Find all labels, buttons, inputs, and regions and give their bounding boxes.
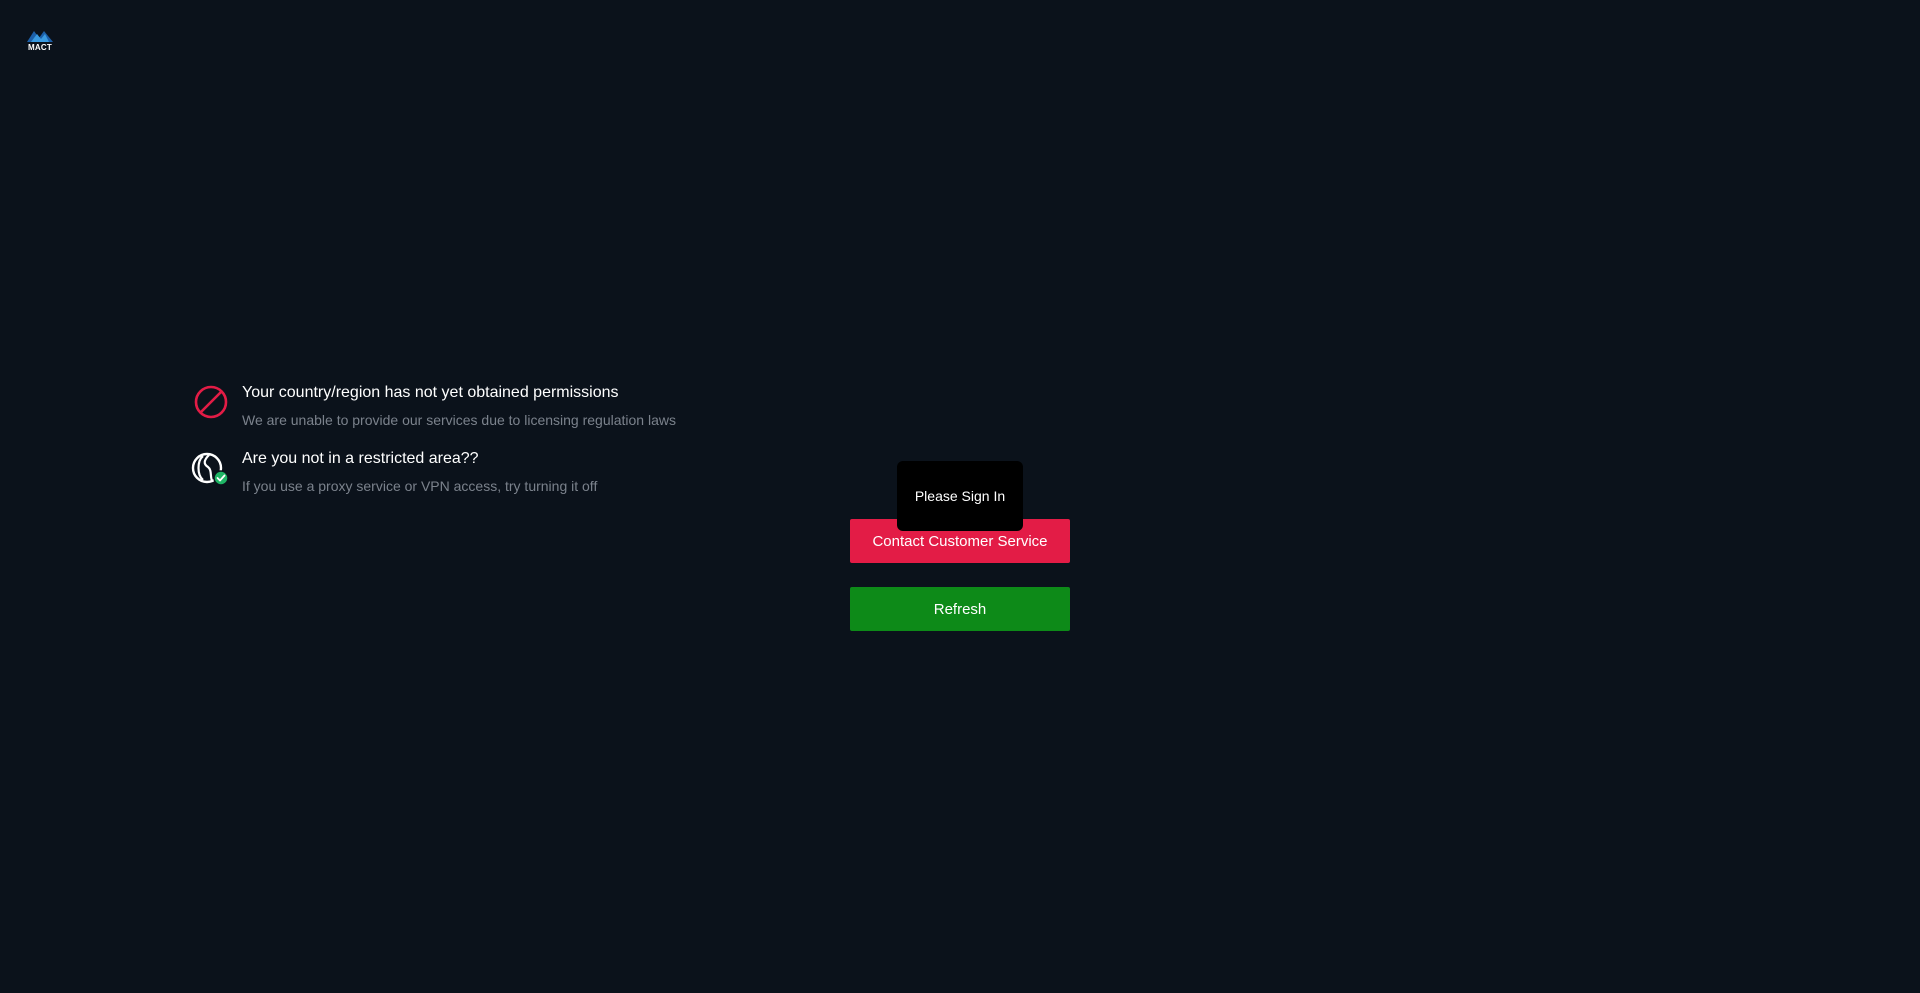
- restricted-region-page: MACT Your country/region has not yet obt…: [0, 0, 1920, 993]
- notice-title: Are you not in a restricted area??: [242, 450, 479, 467]
- notice-title: Your country/region has not yet obtained…: [242, 384, 619, 401]
- globe-check-icon: [190, 450, 230, 490]
- logo-text: MACT: [28, 43, 52, 52]
- logo-mountain-icon: [27, 31, 53, 42]
- notice-subtitle: We are unable to provide our services du…: [242, 412, 676, 428]
- sign-in-tooltip: Please Sign In: [897, 461, 1023, 531]
- refresh-button[interactable]: Refresh: [850, 587, 1070, 631]
- notice-subtitle: If you use a proxy service or VPN access…: [242, 478, 598, 494]
- prohibited-icon: [190, 384, 230, 424]
- brand-logo[interactable]: MACT: [25, 28, 55, 54]
